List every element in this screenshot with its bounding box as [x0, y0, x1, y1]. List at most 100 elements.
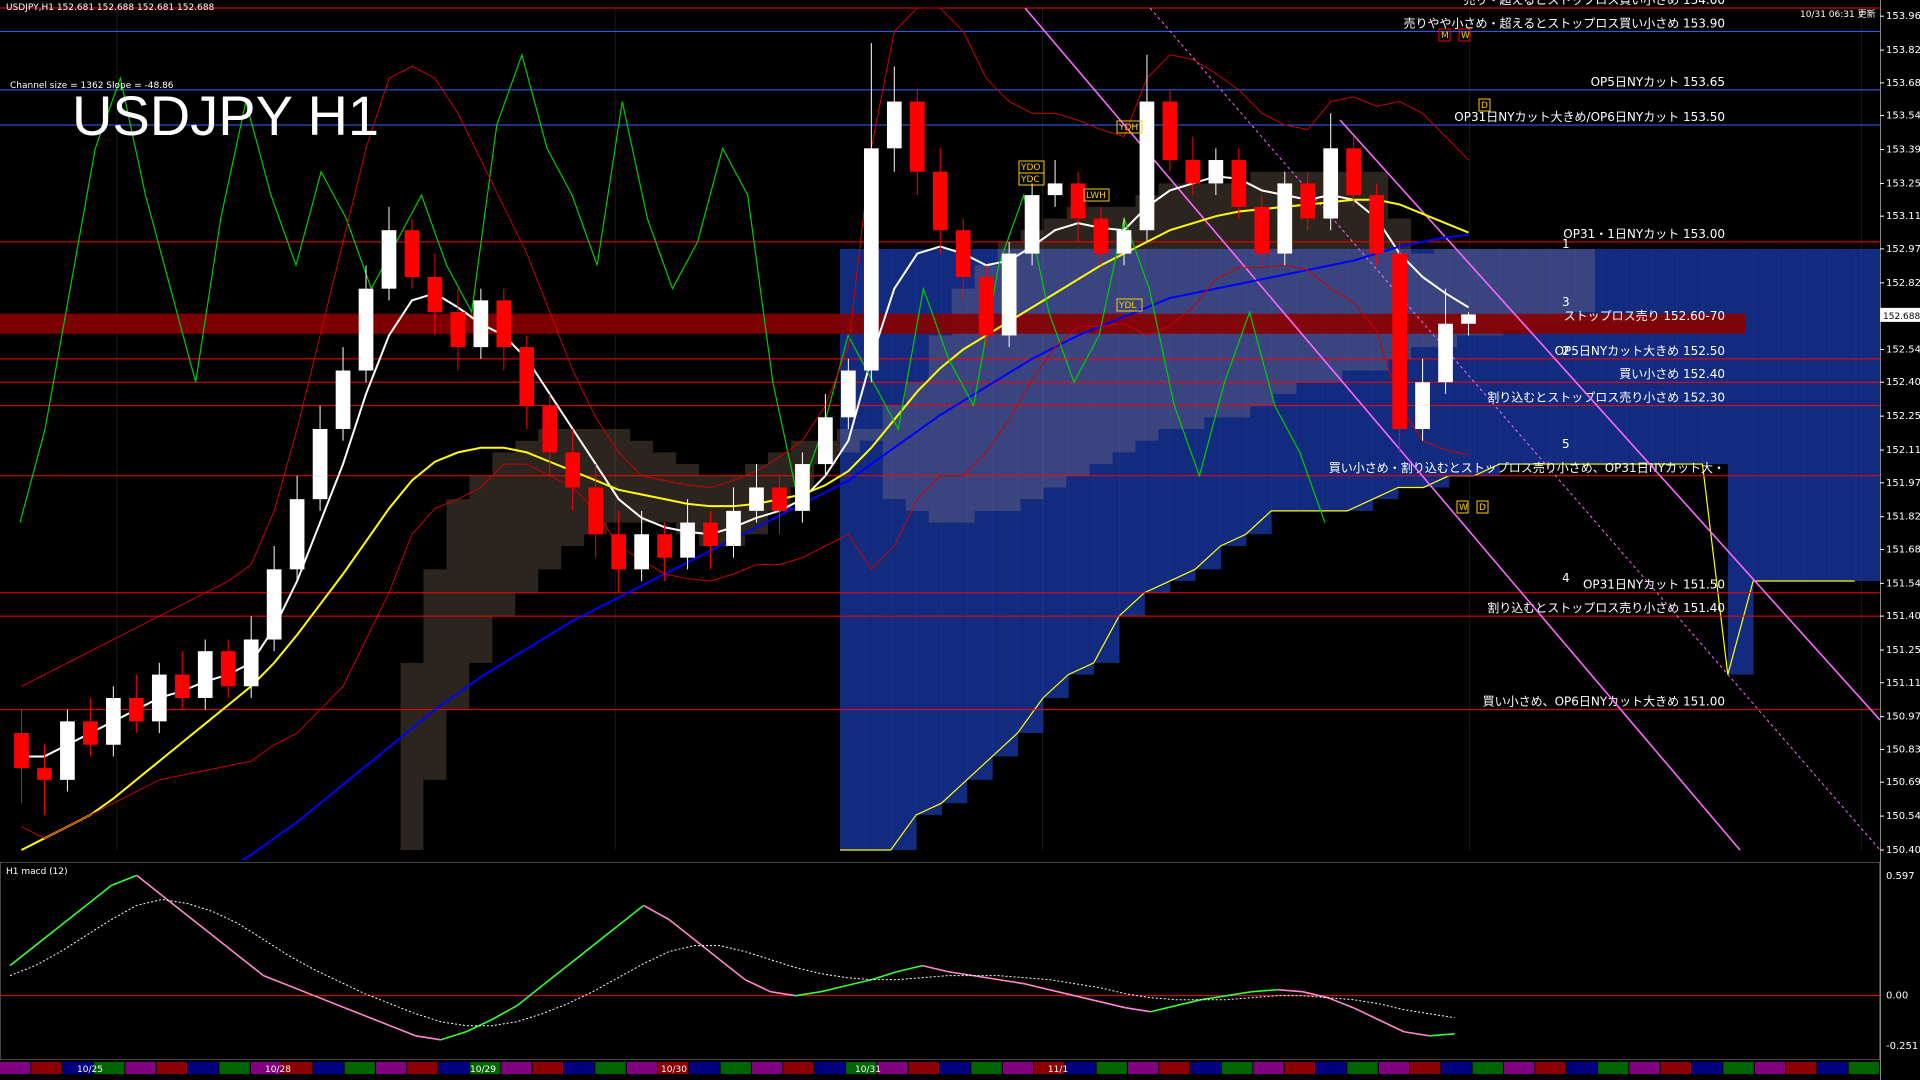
bull-candle — [863, 148, 879, 371]
channel-label: 4 — [1562, 571, 1570, 585]
session-block — [1096, 1062, 1127, 1074]
session-block — [1786, 1062, 1817, 1074]
session-block — [877, 1062, 908, 1074]
level-label: OP31日NYカット大きめ/OP6日NYカット 153.50 — [1454, 110, 1725, 124]
session-block — [1222, 1062, 1253, 1074]
session-block — [1723, 1062, 1754, 1074]
channel-label: 3 — [1562, 295, 1570, 309]
y-tick-label: 152.540 — [1886, 344, 1920, 355]
bear-candle — [37, 768, 52, 780]
session-block — [1472, 1062, 1503, 1074]
macd-panel: H1 macd (12) — [0, 862, 1880, 1060]
y-tick-label: 151.825 — [1886, 512, 1920, 523]
y-tick-label: 152.970 — [1886, 244, 1920, 255]
bear-candle — [1185, 160, 1201, 184]
y-tick-label: 153.820 — [1886, 45, 1920, 56]
bear-candle — [932, 171, 948, 231]
level-label: 売りやや小さめ・超えるとストップロス買い小さめ 153.90 — [1404, 15, 1725, 30]
bear-candle — [611, 534, 627, 570]
macd-y-tick-label: 0.597 — [1886, 871, 1915, 882]
bear-candle — [1231, 160, 1247, 207]
session-block — [1566, 1062, 1597, 1074]
cloud-segment — [653, 452, 677, 523]
y-tick-label: 150.545 — [1886, 811, 1920, 822]
bull-candle — [312, 429, 328, 500]
session-block — [1504, 1062, 1535, 1074]
session-block — [1754, 1062, 1785, 1074]
channel-label: 1 — [1562, 237, 1570, 251]
cloud-segment — [1525, 248, 1549, 324]
bull-candle — [289, 499, 305, 570]
session-block — [376, 1062, 407, 1074]
marker-label: YDO — [1020, 163, 1041, 173]
session-block — [689, 1062, 720, 1074]
bull-candle — [818, 417, 833, 465]
session-block — [156, 1062, 187, 1074]
bull-candle — [1323, 148, 1339, 219]
cloud-bar — [890, 248, 917, 851]
cloud-segment — [446, 499, 470, 710]
y-tick-label: 152.110 — [1886, 445, 1920, 456]
session-block — [1128, 1062, 1159, 1074]
chart-title: USDJPY H1 — [72, 84, 379, 147]
bull-candle — [841, 370, 856, 418]
bull-candle — [1208, 160, 1224, 184]
level-label: OP5日NYカット 153.65 — [1591, 75, 1725, 89]
macd-label: H1 macd (12) — [6, 867, 68, 877]
session-block — [1253, 1062, 1284, 1074]
bull-candle — [1277, 183, 1293, 254]
current-price-label: 152.688 — [1883, 312, 1920, 322]
symbol-line: USDJPY,H1 152.681 152.688 152.681 152.68… — [6, 3, 215, 13]
session-block — [1378, 1062, 1409, 1074]
cloud-bar — [840, 248, 866, 851]
session-block — [1535, 1062, 1566, 1074]
bear-candle — [588, 487, 604, 535]
bear-candle — [703, 522, 718, 546]
bear-candle — [1254, 206, 1270, 254]
bear-candle — [1369, 195, 1384, 254]
cloud-bar — [1829, 248, 1856, 582]
marker-label: YDH — [1118, 123, 1138, 133]
date-label: 10/28 — [265, 1065, 291, 1075]
level-label: ストップロス売り 152.60-70 — [1564, 308, 1725, 323]
bear-candle — [565, 452, 581, 488]
date-strip: 10/25 10/28 10/29 10/30 10/31 11/1 — [0, 1062, 1879, 1075]
marker-label: YDL — [1118, 301, 1136, 311]
bear-candle — [542, 405, 558, 453]
bear-candle — [978, 276, 994, 336]
bear-candle — [14, 733, 29, 769]
session-block — [595, 1062, 626, 1074]
bear-candle — [174, 674, 190, 698]
bull-candle — [726, 510, 741, 546]
session-block — [1692, 1062, 1723, 1074]
session-block — [219, 1062, 250, 1074]
bear-candle — [1392, 253, 1407, 429]
bear-candle — [1346, 148, 1362, 196]
session-block — [783, 1062, 814, 1074]
level-label: 割り込むとストップロス売り小さめ 151.40 — [1487, 600, 1725, 615]
session-block — [313, 1062, 344, 1074]
bull-candle — [1116, 230, 1132, 254]
y-tick-label: 150.400 — [1886, 845, 1920, 856]
channel-label: 5 — [1562, 437, 1570, 451]
session-block — [1316, 1062, 1347, 1074]
bear-candle — [909, 101, 925, 172]
y-tick-label: 153.680 — [1886, 78, 1920, 89]
bull-candle — [1461, 314, 1476, 324]
session-block — [1660, 1062, 1691, 1074]
bull-candle — [381, 230, 397, 289]
marker-label: YDC — [1020, 175, 1040, 185]
session-block — [1284, 1062, 1315, 1074]
session-block — [971, 1062, 1002, 1074]
session-block — [908, 1062, 939, 1074]
bull-candle — [886, 101, 902, 149]
y-tick-label: 152.825 — [1886, 278, 1920, 289]
bear-candle — [1093, 218, 1109, 254]
bull-candle — [358, 288, 374, 371]
date-label: 10/25 — [77, 1065, 103, 1075]
cloud-segment — [1158, 183, 1182, 429]
y-tick-label: 152.400 — [1886, 377, 1920, 388]
bull-candle — [795, 464, 810, 511]
marker-label: LWH — [1086, 191, 1106, 201]
bear-candle — [1300, 183, 1316, 219]
